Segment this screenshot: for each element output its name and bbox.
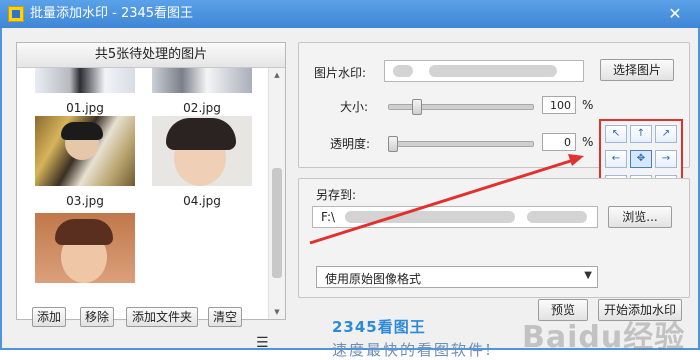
thumbnail-grid[interactable]: 01.jpg 02.jpg 03.jpg 04.jpg: [17, 68, 269, 319]
thumbnail-image: [152, 68, 252, 93]
select-image-button[interactable]: 选择图片: [600, 59, 674, 81]
image-watermark-label: 图片水印:: [314, 66, 367, 80]
list-view-icon[interactable]: ☰: [256, 335, 269, 351]
image-format-select[interactable]: 使用原始图像格式 ▼: [316, 266, 598, 288]
middle-left-icon[interactable]: ←: [605, 150, 627, 168]
app-logo-icon: [8, 6, 24, 22]
thumbnail-image: [152, 116, 252, 186]
thumbnail-filename: 01.jpg: [66, 101, 104, 115]
remove-button[interactable]: 移除: [80, 307, 114, 327]
thumbnail-item[interactable]: 04.jpg: [152, 116, 252, 208]
watermark-image-path-field[interactable]: [384, 60, 584, 82]
top-right-icon[interactable]: ↗: [655, 125, 677, 143]
start-watermark-button[interactable]: 开始添加水印: [598, 299, 682, 321]
window-title: 批量添加水印 - 2345看图王: [30, 6, 194, 21]
size-percent-label: %: [582, 98, 594, 112]
scrollbar-thumb[interactable]: [272, 168, 282, 278]
chevron-down-icon: ▼: [584, 270, 592, 281]
size-label: 大小:: [340, 100, 369, 114]
size-slider-thumb[interactable]: [412, 99, 422, 115]
add-button[interactable]: 添加: [32, 307, 66, 327]
middle-right-icon[interactable]: →: [655, 150, 677, 168]
thumbnail-scrollbar[interactable]: ▲ ▼: [268, 68, 285, 319]
thumbnail-item[interactable]: 03.jpg: [35, 116, 135, 208]
size-value-field[interactable]: 100: [542, 96, 576, 114]
browse-button[interactable]: 浏览...: [608, 206, 672, 228]
thumbnail-image: [35, 213, 135, 283]
image-list-panel: 共5张待处理的图片 01.jpg 02.jpg 03.jpg 04.jpg ▲ …: [16, 42, 286, 320]
add-folder-button[interactable]: 添加文件夹: [126, 307, 198, 327]
opacity-percent-label: %: [582, 135, 594, 149]
thumbnail-item[interactable]: 02.jpg: [152, 68, 252, 115]
center-icon[interactable]: ✥: [630, 150, 652, 168]
top-left-icon[interactable]: ↖: [605, 125, 627, 143]
thumbnail-item[interactable]: 01.jpg: [35, 68, 135, 115]
batch-watermark-window: 批量添加水印 - 2345看图王 ✕ 共5张待处理的图片 01.jpg 02.j…: [0, 0, 700, 359]
size-slider-track[interactable]: [388, 104, 534, 110]
scroll-up-icon[interactable]: ▲: [269, 68, 285, 82]
top-center-icon[interactable]: ↑: [630, 125, 652, 143]
thumbnail-item[interactable]: [35, 213, 135, 291]
dialog-body: 共5张待处理的图片 01.jpg 02.jpg 03.jpg 04.jpg ▲ …: [2, 28, 698, 359]
close-icon[interactable]: ✕: [662, 3, 688, 25]
thumbnail-image: [35, 68, 135, 93]
thumbnail-filename: 04.jpg: [183, 194, 221, 208]
opacity-slider-track[interactable]: [388, 141, 534, 147]
image-count-header: 共5张待处理的图片: [17, 43, 285, 68]
scroll-down-icon[interactable]: ▼: [269, 305, 285, 319]
brand-logo: 2345看图王: [332, 318, 426, 336]
thumbnail-filename: 03.jpg: [66, 194, 104, 208]
clear-button[interactable]: 清空: [208, 307, 242, 327]
thumbnail-image: [35, 116, 135, 186]
preview-button[interactable]: 预览: [538, 299, 588, 321]
thumbnail-filename: 02.jpg: [183, 101, 221, 115]
annotation-arrow-icon: [309, 154, 584, 245]
title-bar: 批量添加水印 - 2345看图王 ✕: [0, 0, 700, 28]
image-format-value: 使用原始图像格式: [325, 272, 422, 286]
